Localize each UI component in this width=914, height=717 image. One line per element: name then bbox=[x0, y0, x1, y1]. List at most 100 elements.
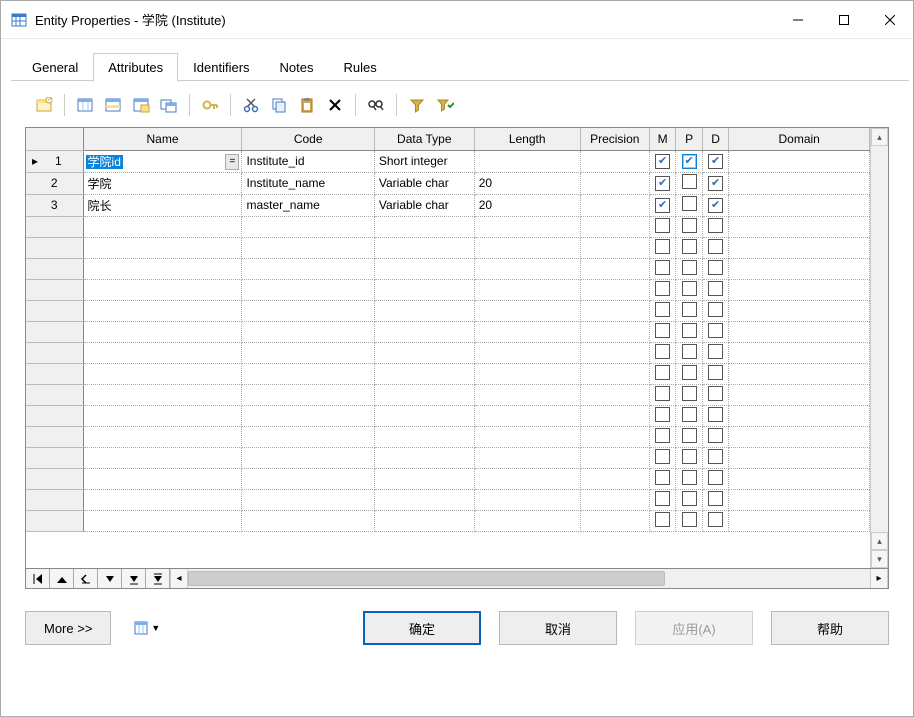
table-row[interactable] bbox=[26, 468, 870, 489]
cell-domain[interactable] bbox=[729, 468, 870, 489]
checkbox[interactable] bbox=[655, 344, 670, 359]
cell-code[interactable] bbox=[242, 300, 374, 321]
cell-name[interactable] bbox=[83, 216, 242, 237]
cell-length[interactable] bbox=[474, 150, 580, 172]
cell-length[interactable] bbox=[474, 237, 580, 258]
cell-m[interactable] bbox=[649, 150, 675, 172]
cell-p[interactable] bbox=[676, 194, 702, 216]
cell-d[interactable] bbox=[702, 258, 728, 279]
cell-domain[interactable] bbox=[729, 258, 870, 279]
cell-d[interactable] bbox=[702, 363, 728, 384]
cell-code[interactable]: Institute_id bbox=[242, 150, 374, 172]
checkbox[interactable] bbox=[655, 407, 670, 422]
cell-precision[interactable] bbox=[580, 237, 649, 258]
checkbox[interactable] bbox=[708, 176, 723, 191]
checkbox[interactable] bbox=[655, 365, 670, 380]
checkbox[interactable] bbox=[655, 491, 670, 506]
cell-m[interactable] bbox=[649, 172, 675, 194]
header-domain[interactable]: Domain bbox=[729, 128, 870, 150]
header-datatype[interactable]: Data Type bbox=[374, 128, 474, 150]
checkbox[interactable] bbox=[682, 174, 697, 189]
cell-code[interactable] bbox=[242, 363, 374, 384]
key-icon[interactable] bbox=[197, 93, 223, 117]
cell-domain[interactable] bbox=[729, 321, 870, 342]
header-precision[interactable]: Precision bbox=[580, 128, 649, 150]
cell-datatype[interactable] bbox=[374, 405, 474, 426]
cell-name[interactable] bbox=[83, 510, 242, 531]
cell-p[interactable] bbox=[676, 150, 702, 172]
cell-m[interactable] bbox=[649, 405, 675, 426]
copy-icon[interactable] bbox=[266, 93, 292, 117]
cell-length[interactable]: 20 bbox=[474, 172, 580, 194]
checkbox[interactable] bbox=[708, 344, 723, 359]
header-rownum[interactable] bbox=[26, 128, 83, 150]
hscroll-left-icon[interactable]: ◂ bbox=[170, 569, 188, 588]
cell-name[interactable] bbox=[83, 279, 242, 300]
row-number[interactable] bbox=[26, 405, 83, 426]
row-number[interactable] bbox=[26, 300, 83, 321]
table-row[interactable] bbox=[26, 489, 870, 510]
table-row[interactable] bbox=[26, 321, 870, 342]
cell-precision[interactable] bbox=[580, 510, 649, 531]
cell-m[interactable] bbox=[649, 258, 675, 279]
cell-m[interactable] bbox=[649, 237, 675, 258]
table-row[interactable]: ▸1学院id=Institute_idShort integer bbox=[26, 150, 870, 172]
cell-code[interactable] bbox=[242, 510, 374, 531]
row-number[interactable] bbox=[26, 426, 83, 447]
cell-p[interactable] bbox=[676, 405, 702, 426]
table-row[interactable] bbox=[26, 300, 870, 321]
cell-p[interactable] bbox=[676, 384, 702, 405]
row-number[interactable] bbox=[26, 216, 83, 237]
checkbox[interactable] bbox=[682, 344, 697, 359]
cell-m[interactable] bbox=[649, 384, 675, 405]
tab-rules[interactable]: Rules bbox=[329, 53, 392, 81]
table-row[interactable] bbox=[26, 510, 870, 531]
cell-length[interactable] bbox=[474, 321, 580, 342]
checkbox[interactable] bbox=[655, 323, 670, 338]
header-length[interactable]: Length bbox=[474, 128, 580, 150]
cell-m[interactable] bbox=[649, 321, 675, 342]
row-number[interactable] bbox=[26, 321, 83, 342]
header-m[interactable]: M bbox=[649, 128, 675, 150]
checkbox[interactable] bbox=[708, 365, 723, 380]
table-row[interactable] bbox=[26, 258, 870, 279]
checkbox[interactable] bbox=[708, 386, 723, 401]
cell-domain[interactable] bbox=[729, 300, 870, 321]
checkbox[interactable] bbox=[708, 154, 723, 169]
cell-m[interactable] bbox=[649, 447, 675, 468]
cell-d[interactable] bbox=[702, 237, 728, 258]
cell-d[interactable] bbox=[702, 150, 728, 172]
checkbox[interactable] bbox=[682, 491, 697, 506]
vertical-scrollbar[interactable]: ▴ ▴ ▾ bbox=[870, 128, 888, 568]
table-row[interactable] bbox=[26, 279, 870, 300]
cell-name[interactable] bbox=[83, 363, 242, 384]
cell-datatype[interactable] bbox=[374, 468, 474, 489]
cell-domain[interactable] bbox=[729, 489, 870, 510]
cell-p[interactable] bbox=[676, 447, 702, 468]
checkbox[interactable] bbox=[682, 260, 697, 275]
cell-datatype[interactable] bbox=[374, 237, 474, 258]
checkbox[interactable] bbox=[708, 470, 723, 485]
checkbox[interactable] bbox=[682, 239, 697, 254]
table-row[interactable] bbox=[26, 405, 870, 426]
nav-down-icon[interactable] bbox=[98, 569, 122, 588]
cell-p[interactable] bbox=[676, 279, 702, 300]
cell-p[interactable] bbox=[676, 468, 702, 489]
cell-name[interactable]: 学院id= bbox=[83, 150, 242, 172]
cell-precision[interactable] bbox=[580, 363, 649, 384]
cell-code[interactable] bbox=[242, 258, 374, 279]
cell-datatype[interactable]: Variable char bbox=[374, 194, 474, 216]
table-row[interactable] bbox=[26, 363, 870, 384]
filter-icon[interactable] bbox=[404, 93, 430, 117]
cell-name[interactable] bbox=[83, 321, 242, 342]
cell-m[interactable] bbox=[649, 342, 675, 363]
cell-length[interactable] bbox=[474, 279, 580, 300]
checkbox[interactable] bbox=[655, 239, 670, 254]
cell-p[interactable] bbox=[676, 237, 702, 258]
more-button[interactable]: More >> bbox=[25, 611, 111, 645]
row-number[interactable]: 3 bbox=[26, 194, 83, 216]
checkbox[interactable] bbox=[708, 407, 723, 422]
cell-precision[interactable] bbox=[580, 216, 649, 237]
cell-precision[interactable] bbox=[580, 468, 649, 489]
tab-general[interactable]: General bbox=[17, 53, 93, 81]
